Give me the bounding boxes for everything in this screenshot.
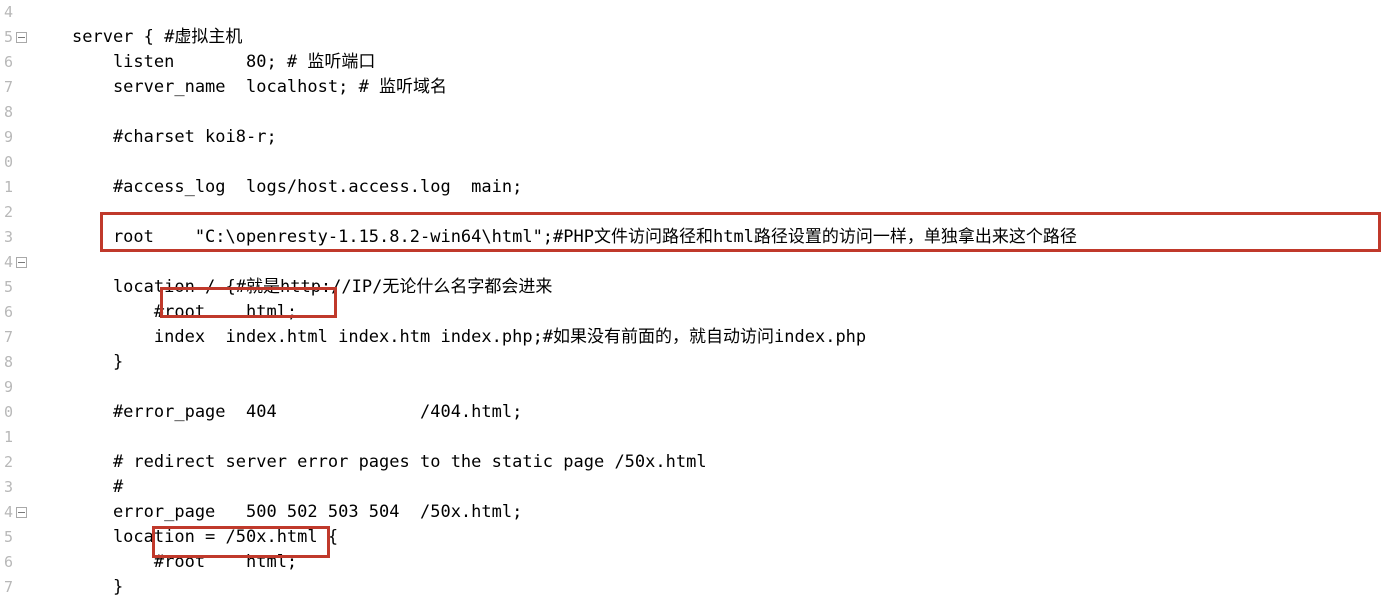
gutter-row: 9 <box>0 375 34 400</box>
collapse-minus-icon[interactable] <box>16 32 27 43</box>
code-line-text: index index.html index.htm index.php;#如果… <box>72 327 867 347</box>
line-number: 5 <box>3 278 13 296</box>
code-line[interactable]: location / {#就是http://IP/无论什么名字都会进来 <box>0 275 1395 300</box>
code-line[interactable]: server_name localhost; # 监听域名 <box>0 75 1395 100</box>
line-number: 2 <box>3 453 13 471</box>
code-line-text: root "C:\openresty-1.15.8.2-win64\html";… <box>72 227 1077 247</box>
code-line[interactable]: #error_page 404 /404.html; <box>0 400 1395 425</box>
line-number: 6 <box>3 303 13 321</box>
code-line[interactable] <box>0 425 1395 450</box>
code-line[interactable]: } <box>0 575 1395 600</box>
code-line[interactable]: #root html; <box>0 300 1395 325</box>
code-line-text: location / {#就是http://IP/无论什么名字都会进来 <box>72 277 553 297</box>
gutter-row: 7 <box>0 325 34 350</box>
line-number: 1 <box>3 428 13 446</box>
code-line[interactable]: #charset koi8-r; <box>0 125 1395 150</box>
line-number: 4 <box>3 253 13 271</box>
collapse-minus-icon[interactable] <box>16 507 27 518</box>
code-line[interactable]: # redirect server error pages to the sta… <box>0 450 1395 475</box>
code-line[interactable] <box>0 150 1395 175</box>
code-line[interactable] <box>0 250 1395 275</box>
code-line-text: # redirect server error pages to the sta… <box>72 452 707 472</box>
code-editor[interactable]: 4 5 6 7 8 9 0 1 2 3 4 5 6 7 8 9 0 1 2 3 4 5 6 7 server { #虚拟主机 … <box>0 0 1395 597</box>
gutter-row: 0 <box>0 150 34 175</box>
code-line-text: #access_log logs/host.access.log main; <box>72 177 523 197</box>
line-number: 8 <box>3 353 13 371</box>
gutter-row: 7 <box>0 575 34 600</box>
line-number: 8 <box>3 103 13 121</box>
gutter-row: 5 <box>0 525 34 550</box>
gutter-row: 5 <box>0 25 34 50</box>
collapse-minus-icon[interactable] <box>16 257 27 268</box>
code-line[interactable]: index index.html index.htm index.php;#如果… <box>0 325 1395 350</box>
gutter-row: 6 <box>0 50 34 75</box>
code-line[interactable]: listen 80; # 监听端口 <box>0 50 1395 75</box>
gutter-row: 4 <box>0 250 34 275</box>
line-number: 0 <box>3 403 13 421</box>
gutter-row: 6 <box>0 300 34 325</box>
code-line[interactable] <box>0 0 1395 25</box>
gutter-row: 3 <box>0 225 34 250</box>
code-line-text: #charset koi8-r; <box>72 127 277 147</box>
gutter-row: 5 <box>0 275 34 300</box>
code-line[interactable]: #access_log logs/host.access.log main; <box>0 175 1395 200</box>
code-line[interactable]: #root html; <box>0 550 1395 575</box>
code-line-text: listen 80; # 监听端口 <box>72 52 376 72</box>
code-line[interactable]: # <box>0 475 1395 500</box>
line-number-gutter: 4 5 6 7 8 9 0 1 2 3 4 5 6 7 8 9 0 1 2 3 4 5 6 7 <box>0 0 34 596</box>
line-number: 5 <box>3 528 13 546</box>
gutter-row: 6 <box>0 550 34 575</box>
code-line-text: server { #虚拟主机 <box>72 27 243 47</box>
code-line[interactable]: error_page 500 502 503 504 /50x.html; <box>0 500 1395 525</box>
code-line[interactable]: location = /50x.html { <box>0 525 1395 550</box>
line-number: 3 <box>3 478 13 496</box>
line-number: 3 <box>3 228 13 246</box>
code-line-text: #root html; <box>72 302 298 322</box>
line-number: 6 <box>3 553 13 571</box>
gutter-row: 4 <box>0 500 34 525</box>
gutter-row: 2 <box>0 450 34 475</box>
line-number: 9 <box>3 128 13 146</box>
code-line[interactable] <box>0 375 1395 400</box>
gutter-row: 9 <box>0 125 34 150</box>
line-number: 2 <box>3 203 13 221</box>
code-content-area[interactable]: server { #虚拟主机 listen 80; # 监听端口 server_… <box>0 0 1395 597</box>
line-number: 1 <box>3 178 13 196</box>
line-number: 9 <box>3 378 13 396</box>
line-number: 0 <box>3 153 13 171</box>
gutter-row: 7 <box>0 75 34 100</box>
line-number: 7 <box>3 578 13 596</box>
code-line-text: server_name localhost; # 监听域名 <box>72 77 448 97</box>
code-line-text: #root html; <box>72 552 298 572</box>
line-number: 7 <box>3 328 13 346</box>
line-number: 6 <box>3 53 13 71</box>
code-line-text: #error_page 404 /404.html; <box>72 402 523 422</box>
line-number: 5 <box>3 28 13 46</box>
code-line[interactable]: } <box>0 350 1395 375</box>
gutter-row: 2 <box>0 200 34 225</box>
code-line[interactable] <box>0 100 1395 125</box>
code-line[interactable]: server { #虚拟主机 <box>0 25 1395 50</box>
gutter-row: 1 <box>0 425 34 450</box>
gutter-row: 8 <box>0 350 34 375</box>
code-line-text: location = /50x.html { <box>72 527 339 547</box>
line-number: 4 <box>3 503 13 521</box>
gutter-row: 3 <box>0 475 34 500</box>
line-number: 4 <box>3 3 13 21</box>
code-line[interactable] <box>0 200 1395 225</box>
gutter-row: 8 <box>0 100 34 125</box>
code-line-text: error_page 500 502 503 504 /50x.html; <box>72 502 523 522</box>
gutter-row: 0 <box>0 400 34 425</box>
gutter-row: 4 <box>0 0 34 25</box>
line-number: 7 <box>3 78 13 96</box>
gutter-row: 1 <box>0 175 34 200</box>
code-line[interactable]: root "C:\openresty-1.15.8.2-win64\html";… <box>0 225 1395 250</box>
